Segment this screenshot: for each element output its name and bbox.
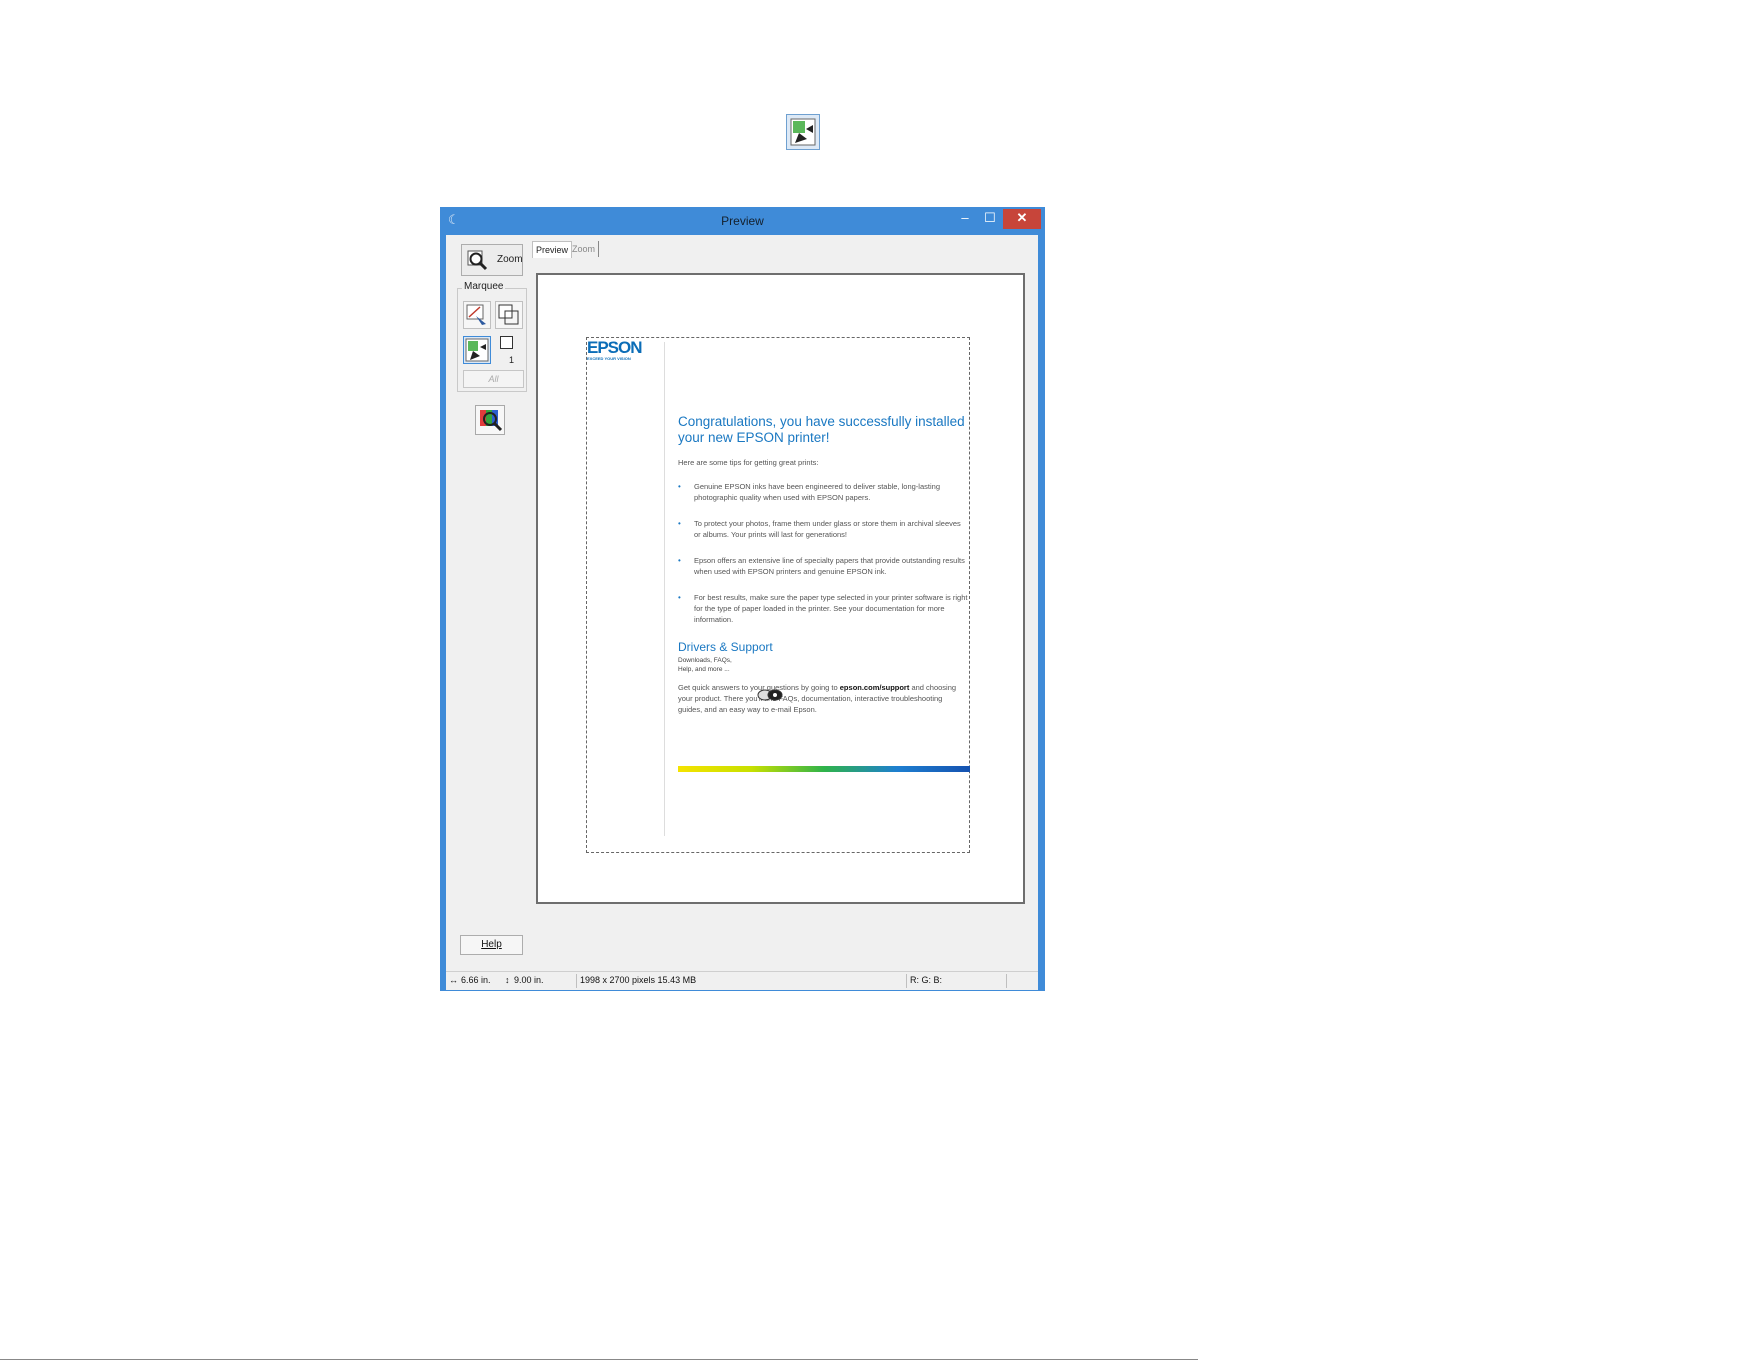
preview-window: ☾ Preview ‒ ☐ ✕ Zoom Marquee 1 All Help … — [440, 207, 1045, 991]
marquee-legend: Marquee — [462, 281, 506, 292]
tab-preview[interactable]: Preview — [532, 241, 573, 258]
support-body: Get quick answers to your questions by g… — [678, 683, 957, 714]
auto-exposure-button[interactable] — [475, 405, 505, 435]
support-subheading: Downloads, FAQs, Help, and more ... — [678, 657, 732, 673]
marquee-draw-icon — [466, 304, 486, 325]
thumbnail-icon — [786, 114, 820, 150]
document-intro: Here are some tips for getting great pri… — [678, 458, 819, 467]
marquee-copy-icon — [498, 304, 519, 325]
auto-locate-button[interactable] — [463, 336, 491, 364]
width-arrow-icon: ↔ — [449, 975, 458, 985]
preview-canvas[interactable]: EPSON EXCEED YOUR VISION Congratulations… — [536, 273, 1025, 904]
zoom-button-label: Zoom — [497, 254, 523, 265]
epson-tagline: EXCEED YOUR VISION — [587, 356, 631, 361]
auto-exposure-icon — [480, 410, 503, 432]
height-arrow-icon: ↕ — [505, 975, 510, 985]
document-margin-line — [664, 342, 665, 836]
rainbow-stripe — [678, 766, 970, 772]
tip-item: • To protect your photos, frame them unde… — [678, 519, 961, 539]
tip-list: • Genuine EPSON inks have been engineered… — [678, 481, 968, 625]
support-heading: Drivers & Support — [678, 640, 773, 654]
scan-height: 9.00 in. — [514, 975, 544, 985]
marquee-checkbox[interactable] — [500, 336, 513, 349]
maximize-button[interactable]: ☐ — [978, 209, 1002, 229]
tip-item: • Epson offers an extensive line of speci… — [678, 556, 965, 576]
marquee-copy-button[interactable] — [495, 301, 523, 329]
pixel-size: 1998 x 2700 pixels 15.43 MB — [580, 975, 697, 985]
document-heading: Congratulations, you have successfully i… — [678, 414, 965, 445]
scan-width: 6.66 in. — [461, 975, 491, 985]
minimize-button[interactable]: ‒ — [953, 209, 977, 229]
auto-locate-icon — [465, 338, 489, 362]
tip-item: • For best results, make sure the paper t… — [678, 593, 968, 624]
tool-panel: Zoom Marquee 1 All Help — [446, 235, 530, 971]
scanned-document[interactable]: EPSON EXCEED YOUR VISION Congratulations… — [586, 337, 970, 853]
epson-logo: EPSON — [587, 338, 643, 357]
status-bar: ↔ 6.66 in. ↕ 9.00 in. 1998 x 2700 pixels… — [446, 971, 1038, 990]
marquee-group: Marquee 1 All — [457, 281, 527, 392]
all-button[interactable]: All — [463, 370, 524, 388]
magnifier-icon — [467, 250, 488, 271]
client-area: Zoom Marquee 1 All Help Preview Zoom EPS… — [446, 235, 1038, 971]
rgb-readout: R: G: B: — [910, 975, 943, 985]
close-button[interactable]: ✕ — [1003, 209, 1041, 229]
page-footer-rule — [0, 1359, 1198, 1360]
support-link: epson.com/support — [839, 683, 910, 692]
document-content: Congratulations, you have successfully i… — [678, 414, 968, 715]
tip-item: • Genuine EPSON inks have been engineered… — [678, 482, 940, 502]
tab-zoom[interactable]: Zoom — [569, 241, 600, 257]
marquee-count: 1 — [509, 355, 515, 365]
marquee-draw-button[interactable] — [463, 301, 491, 329]
zoom-button[interactable]: Zoom — [461, 244, 523, 276]
help-button[interactable]: Help — [460, 935, 523, 955]
title-bar[interactable]: ☾ Preview ‒ ☐ ✕ — [440, 207, 1045, 235]
cd-icon — [757, 689, 783, 701]
